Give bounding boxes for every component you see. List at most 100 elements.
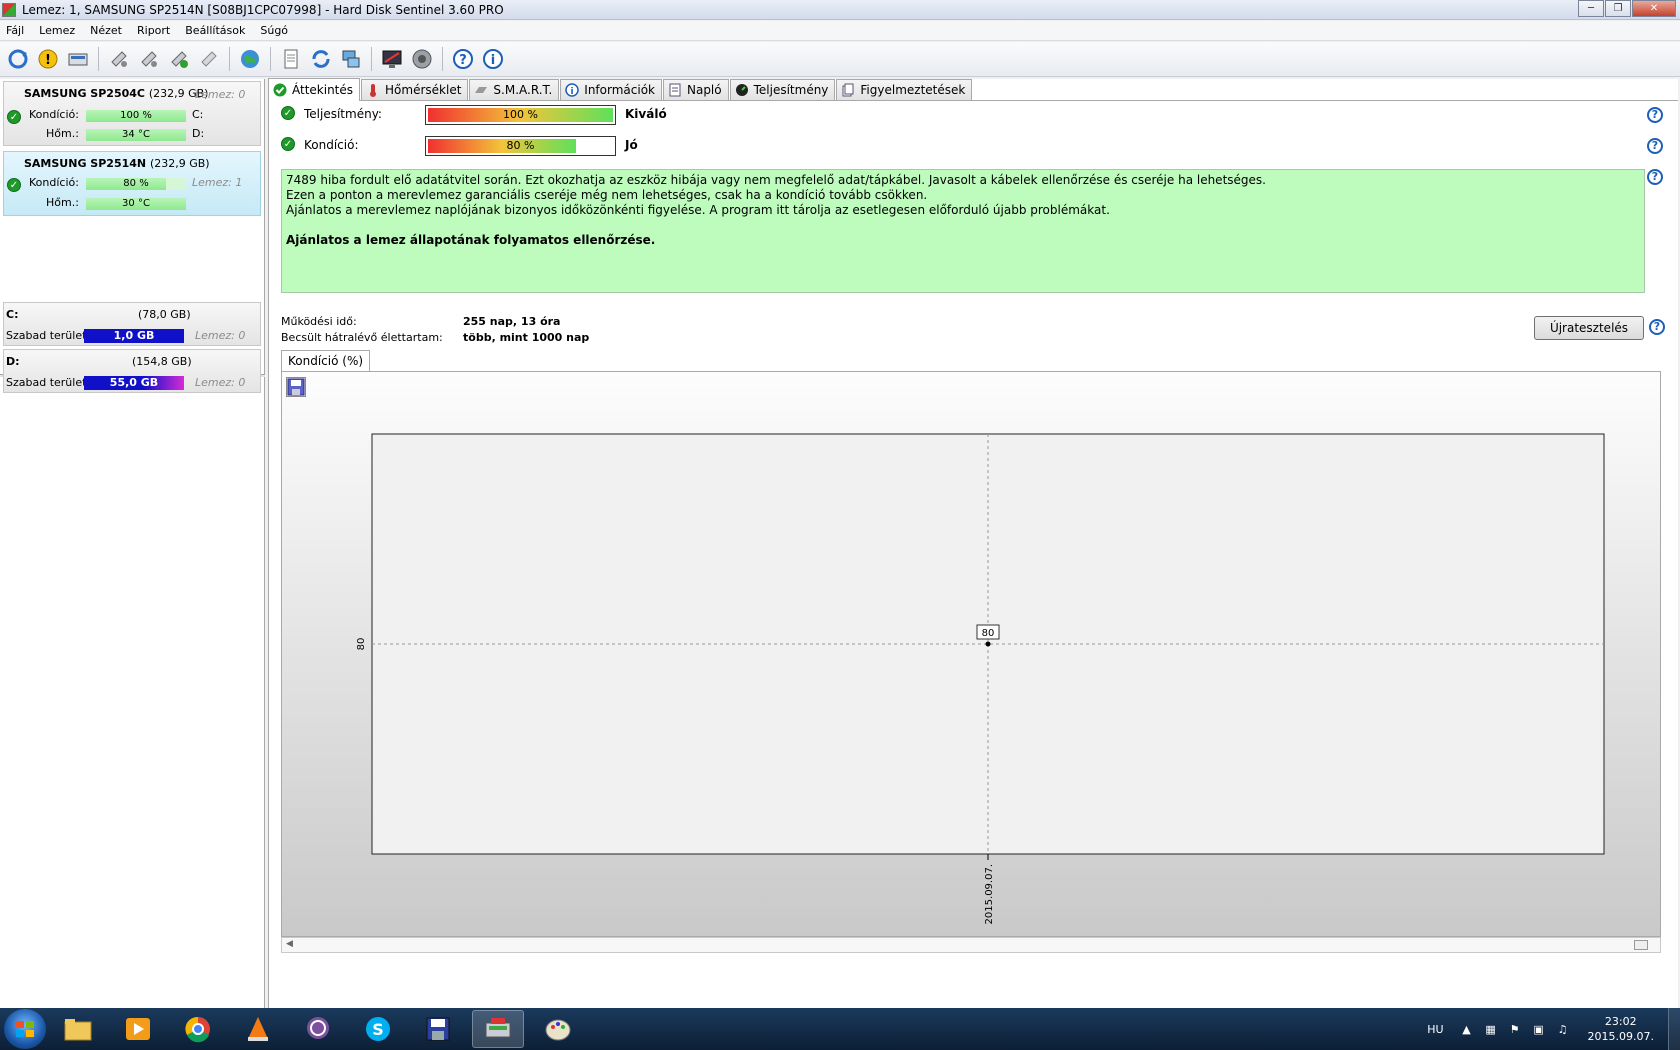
retest-button[interactable]: Újratesztelés	[1534, 316, 1644, 340]
taskbar: S HU ▲ ▦ ⚑ ▣ ♫ 23:02 2015.09.07.	[0, 1008, 1680, 1050]
satellite-icon[interactable]	[106, 46, 132, 72]
hdsentinel-icon[interactable]	[472, 1010, 524, 1048]
help-icon[interactable]: ?	[1649, 319, 1665, 335]
toolbar-separator	[371, 47, 372, 71]
y-tick-label: 80	[356, 638, 367, 651]
satellite-icon[interactable]	[136, 46, 162, 72]
condition-value: 80 %	[123, 178, 149, 189]
minimize-button[interactable]: ─	[1578, 0, 1604, 17]
flag-icon[interactable]: ⚑	[1506, 1022, 1524, 1036]
svg-text:!: !	[45, 53, 51, 68]
show-desktop-button[interactable]	[1668, 1008, 1680, 1050]
graph-tab-condition[interactable]: Kondíció (%)	[281, 350, 371, 372]
satellite-off-icon[interactable]	[196, 46, 222, 72]
disk-name: SAMSUNG SP2514N (232,9 GB)	[24, 157, 210, 170]
show-hidden-icons-icon[interactable]: ▲	[1458, 1022, 1476, 1036]
condition-graph: 80 2015.09.07. 80	[281, 371, 1661, 937]
menu-report[interactable]: Riport	[131, 24, 179, 37]
tab-log[interactable]: Napló	[662, 79, 729, 100]
satellite-check-icon[interactable]	[166, 46, 192, 72]
temperature-value: 34 °C	[122, 129, 150, 140]
network-icon[interactable]	[338, 46, 364, 72]
sync-icon[interactable]	[308, 46, 334, 72]
viber-icon[interactable]	[292, 1010, 344, 1048]
volume-letter: C:	[6, 308, 19, 321]
system-tray: HU ▲ ▦ ⚑ ▣ ♫ 23:02 2015.09.07.	[1427, 1008, 1680, 1050]
performance-value: 100 %	[503, 108, 538, 121]
help-icon[interactable]: ?	[1647, 169, 1663, 185]
network-icon[interactable]: ▣	[1530, 1022, 1548, 1036]
maximize-button[interactable]: ❐	[1605, 0, 1631, 17]
disk-card-0[interactable]: SAMSUNG SP2504C (232,9 GB) Lemez: 0 ✓ Ko…	[3, 81, 261, 146]
tab-information[interactable]: i Információk	[560, 79, 662, 100]
x-tick-label: 2015.09.07.	[984, 864, 995, 924]
ok-check-icon: ✓	[281, 106, 295, 120]
gauge-icon	[735, 83, 749, 97]
tab-performance[interactable]: Teljesítmény	[729, 79, 836, 100]
vlc-icon[interactable]	[232, 1010, 284, 1048]
horizontal-scrollbar[interactable]: ◀	[281, 937, 1661, 953]
speaker-icon[interactable]	[409, 46, 435, 72]
paint-icon[interactable]	[532, 1010, 584, 1048]
globe-icon[interactable]	[237, 46, 263, 72]
windows-tray-icon[interactable]: ▦	[1482, 1022, 1500, 1036]
free-space-bar: 55,0 GB	[84, 376, 184, 390]
skype-icon[interactable]: S	[352, 1010, 404, 1048]
language-indicator[interactable]: HU	[1427, 1023, 1443, 1036]
monitor-icon[interactable]	[379, 46, 405, 72]
condition-rating: Jó	[625, 138, 638, 152]
toolbar-separator	[270, 47, 271, 71]
volume-card-c[interactable]: C: (78,0 GB) Szabad terület 1,0 GB Lemez…	[3, 302, 261, 346]
scroll-left-arrow[interactable]: ◀	[286, 939, 293, 949]
document-icon[interactable]	[278, 46, 304, 72]
refresh-icon[interactable]	[5, 46, 31, 72]
free-space-bar: 1,0 GB	[84, 329, 184, 343]
uptime-label: Működési idő:	[281, 315, 357, 328]
drive-letter: C:	[192, 108, 204, 121]
help-icon[interactable]: ?	[450, 46, 476, 72]
explorer-icon[interactable]	[52, 1010, 104, 1048]
temperature-label: Hőm.:	[46, 127, 79, 140]
info-icon: i	[565, 83, 580, 97]
temperature-bar: 34 °C	[86, 129, 186, 141]
help-icon[interactable]: ?	[1647, 107, 1663, 123]
menu-view[interactable]: Nézet	[84, 24, 131, 37]
media-player-icon[interactable]	[112, 1010, 164, 1048]
disk-name: SAMSUNG SP2504C (232,9 GB)	[24, 87, 209, 100]
start-button[interactable]	[4, 1009, 46, 1049]
tab-temperature[interactable]: Hőmérséklet	[361, 79, 469, 100]
performance-bar: 100 %	[425, 105, 616, 125]
condition-value: 100 %	[120, 110, 152, 121]
menu-help[interactable]: Súgó	[254, 24, 297, 37]
help-icon[interactable]: ?	[1647, 138, 1663, 154]
info-icon[interactable]: i	[480, 46, 506, 72]
menu-settings[interactable]: Beállítások	[179, 24, 254, 37]
message-line: Ezen a ponton a merevlemez garanciális c…	[286, 188, 928, 202]
condition-label: Kondíció:	[29, 108, 79, 121]
save-icon[interactable]	[412, 1010, 464, 1048]
status-message-box: 7489 hiba fordult elő adatátvitel során.…	[281, 169, 1645, 293]
clock[interactable]: 23:02 2015.09.07.	[1588, 1014, 1654, 1044]
volume-icon[interactable]: ♫	[1554, 1022, 1572, 1036]
condition-label: Kondíció:	[304, 138, 359, 152]
data-label: 80	[982, 628, 995, 639]
volume-card-d[interactable]: D: (154,8 GB) Szabad terület 55,0 GB Lem…	[3, 349, 261, 393]
save-graph-icon[interactable]	[286, 377, 306, 397]
main-panel: Áttekintés Hőmérséklet S.M.A.R.T. i Info…	[268, 78, 1678, 1008]
alert-icon[interactable]: !	[35, 46, 61, 72]
chrome-icon[interactable]	[172, 1010, 224, 1048]
condition-bar: 80 %	[425, 136, 616, 156]
tab-alerts[interactable]: Figyelmeztetések	[836, 79, 973, 100]
scroll-thumb[interactable]	[1634, 940, 1648, 950]
condition-bar: 100 %	[86, 110, 186, 122]
disk-card-1[interactable]: SAMSUNG SP2514N (232,9 GB) ✓ Kondíció: 8…	[3, 151, 261, 216]
close-button[interactable]: ✕	[1632, 0, 1676, 17]
disk-icon[interactable]	[65, 46, 91, 72]
disk-number: Lemez: 0	[195, 376, 246, 389]
remaining-life-value: több, mint 1000 nap	[463, 331, 590, 344]
menu-file[interactable]: Fájl	[0, 24, 33, 37]
tab-overview[interactable]: Áttekintés	[268, 78, 361, 101]
tab-smart[interactable]: S.M.A.R.T.	[469, 79, 560, 100]
menu-disk[interactable]: Lemez	[33, 24, 84, 37]
performance-rating: Kiváló	[625, 107, 667, 121]
